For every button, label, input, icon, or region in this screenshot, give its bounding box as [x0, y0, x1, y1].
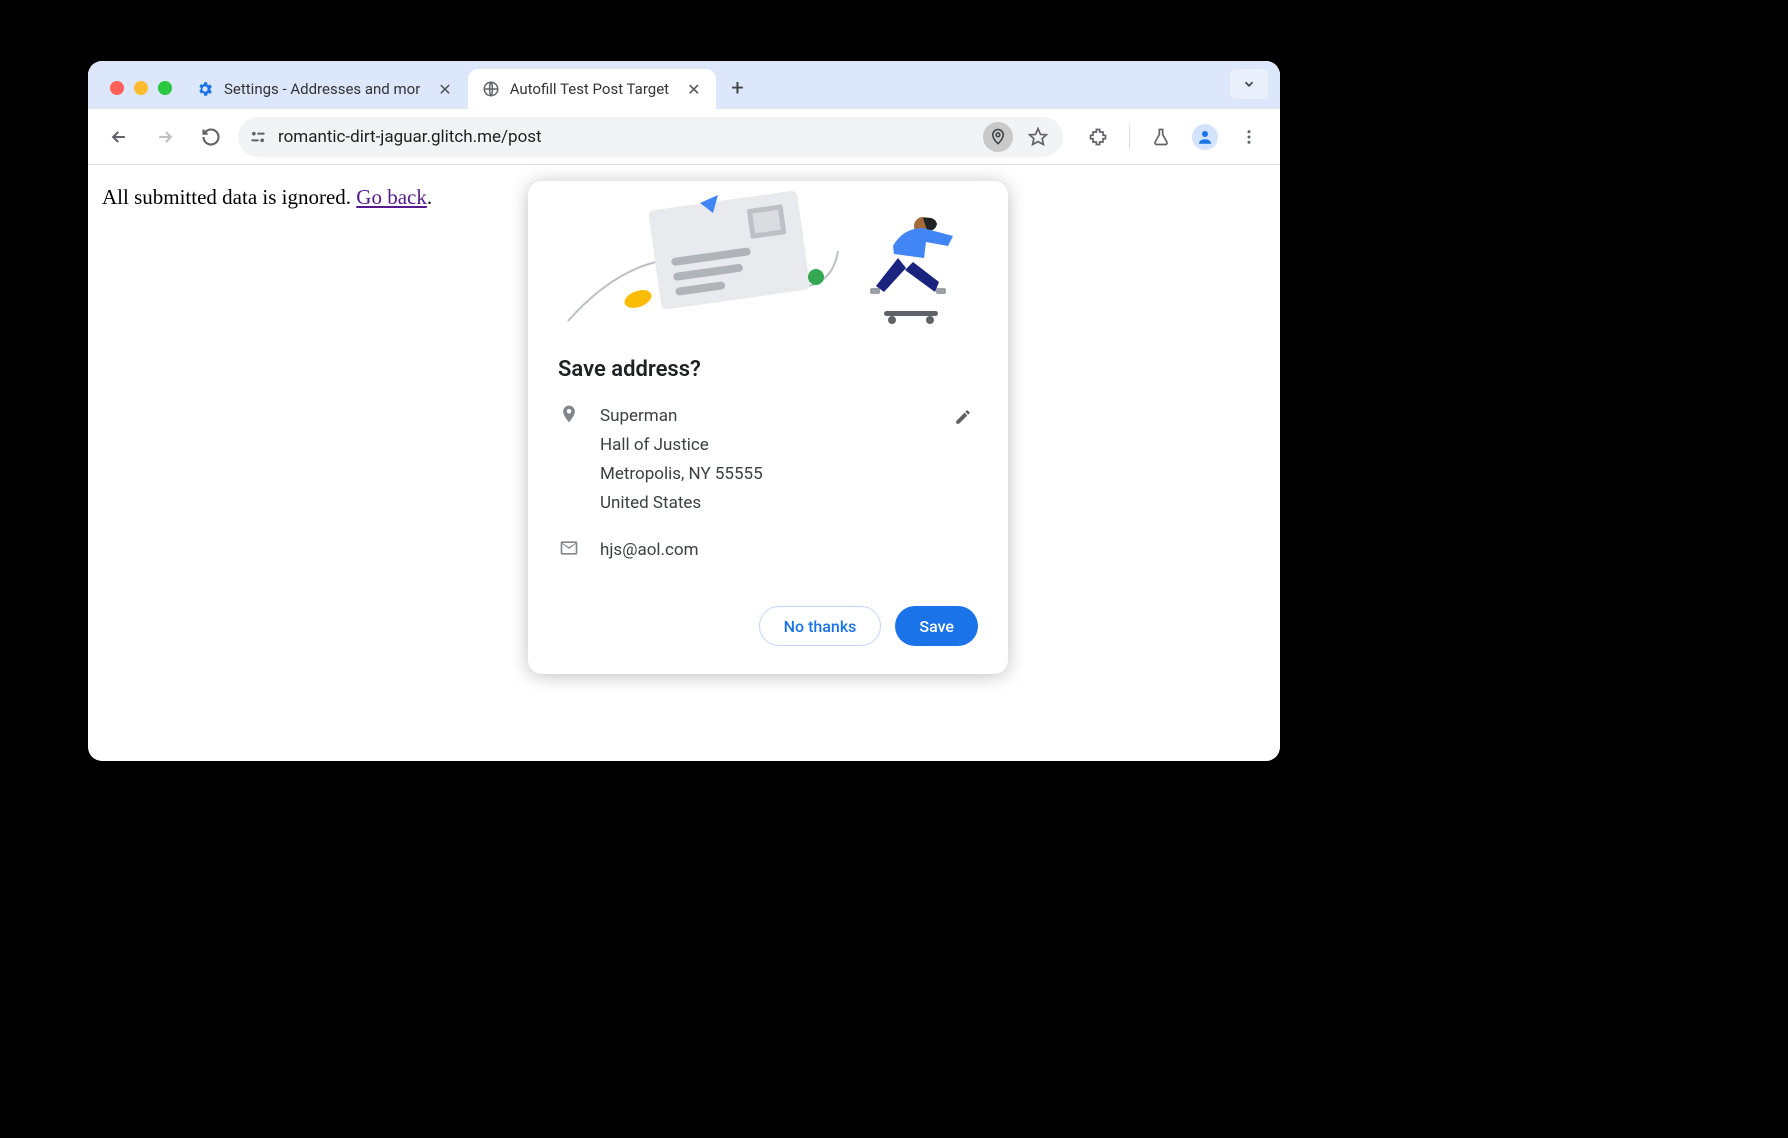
location-pin-icon[interactable]: [983, 122, 1013, 152]
tab-strip: Settings - Addresses and mor ✕ Autofill …: [88, 61, 1280, 109]
bookmark-star-icon[interactable]: [1023, 122, 1053, 152]
address-line2: Metropolis, NY 55555: [600, 460, 928, 489]
window-controls: [102, 81, 182, 109]
location-pin-icon: [558, 402, 580, 424]
window-close-button[interactable]: [110, 81, 124, 95]
gear-icon: [196, 80, 214, 98]
close-icon[interactable]: ✕: [436, 78, 453, 101]
dialog-illustration: [528, 181, 1008, 341]
tab-autofill-test[interactable]: Autofill Test Post Target ✕: [468, 69, 717, 109]
address-line1: Hall of Justice: [600, 431, 928, 460]
new-tab-button[interactable]: +: [722, 73, 752, 103]
close-icon[interactable]: ✕: [685, 78, 702, 101]
email-text: hjs@aol.com: [600, 536, 978, 565]
window-minimize-button[interactable]: [134, 81, 148, 95]
address-body: Superman Hall of Justice Metropolis, NY …: [600, 402, 928, 518]
mail-icon: [558, 536, 580, 558]
site-settings-icon[interactable]: [248, 127, 268, 147]
edit-button[interactable]: [948, 402, 978, 432]
globe-icon: [482, 80, 500, 98]
address-bar[interactable]: romantic-dirt-jaguar.glitch.me/post: [238, 117, 1063, 157]
dialog-title: Save address?: [558, 357, 978, 382]
save-address-dialog: Save address? Superman Hall of Justice M…: [528, 181, 1008, 674]
divider: [1129, 125, 1130, 149]
profile-button[interactable]: [1186, 118, 1224, 156]
address-row: Superman Hall of Justice Metropolis, NY …: [528, 402, 1008, 518]
labs-button[interactable]: [1142, 118, 1180, 156]
address-country: United States: [600, 489, 928, 518]
chrome-menu-button[interactable]: [1230, 118, 1268, 156]
body-trailing: .: [427, 185, 432, 209]
dialog-actions: No thanks Save: [528, 582, 1008, 654]
address-name: Superman: [600, 402, 928, 431]
tabs-container: Settings - Addresses and mor ✕ Autofill …: [182, 61, 1280, 109]
window-maximize-button[interactable]: [158, 81, 172, 95]
profile-avatar-icon: [1192, 124, 1218, 150]
forward-button[interactable]: [146, 118, 184, 156]
body-text: All submitted data is ignored.: [102, 185, 356, 209]
tab-list-button[interactable]: [1230, 69, 1268, 99]
no-thanks-button[interactable]: No thanks: [759, 606, 882, 646]
toolbar: romantic-dirt-jaguar.glitch.me/post: [88, 109, 1280, 165]
tab-settings[interactable]: Settings - Addresses and mor ✕: [182, 69, 468, 109]
tab-title: Settings - Addresses and mor: [224, 80, 420, 98]
reload-button[interactable]: [192, 118, 230, 156]
back-button[interactable]: [100, 118, 138, 156]
toolbar-right: [1071, 118, 1268, 156]
url-text: romantic-dirt-jaguar.glitch.me/post: [278, 127, 973, 147]
browser-window: Settings - Addresses and mor ✕ Autofill …: [88, 61, 1280, 761]
email-row: hjs@aol.com: [528, 536, 1008, 565]
go-back-link[interactable]: Go back: [356, 185, 427, 209]
tab-title: Autofill Test Post Target: [510, 80, 669, 98]
extensions-button[interactable]: [1079, 118, 1117, 156]
save-button[interactable]: Save: [895, 606, 978, 646]
